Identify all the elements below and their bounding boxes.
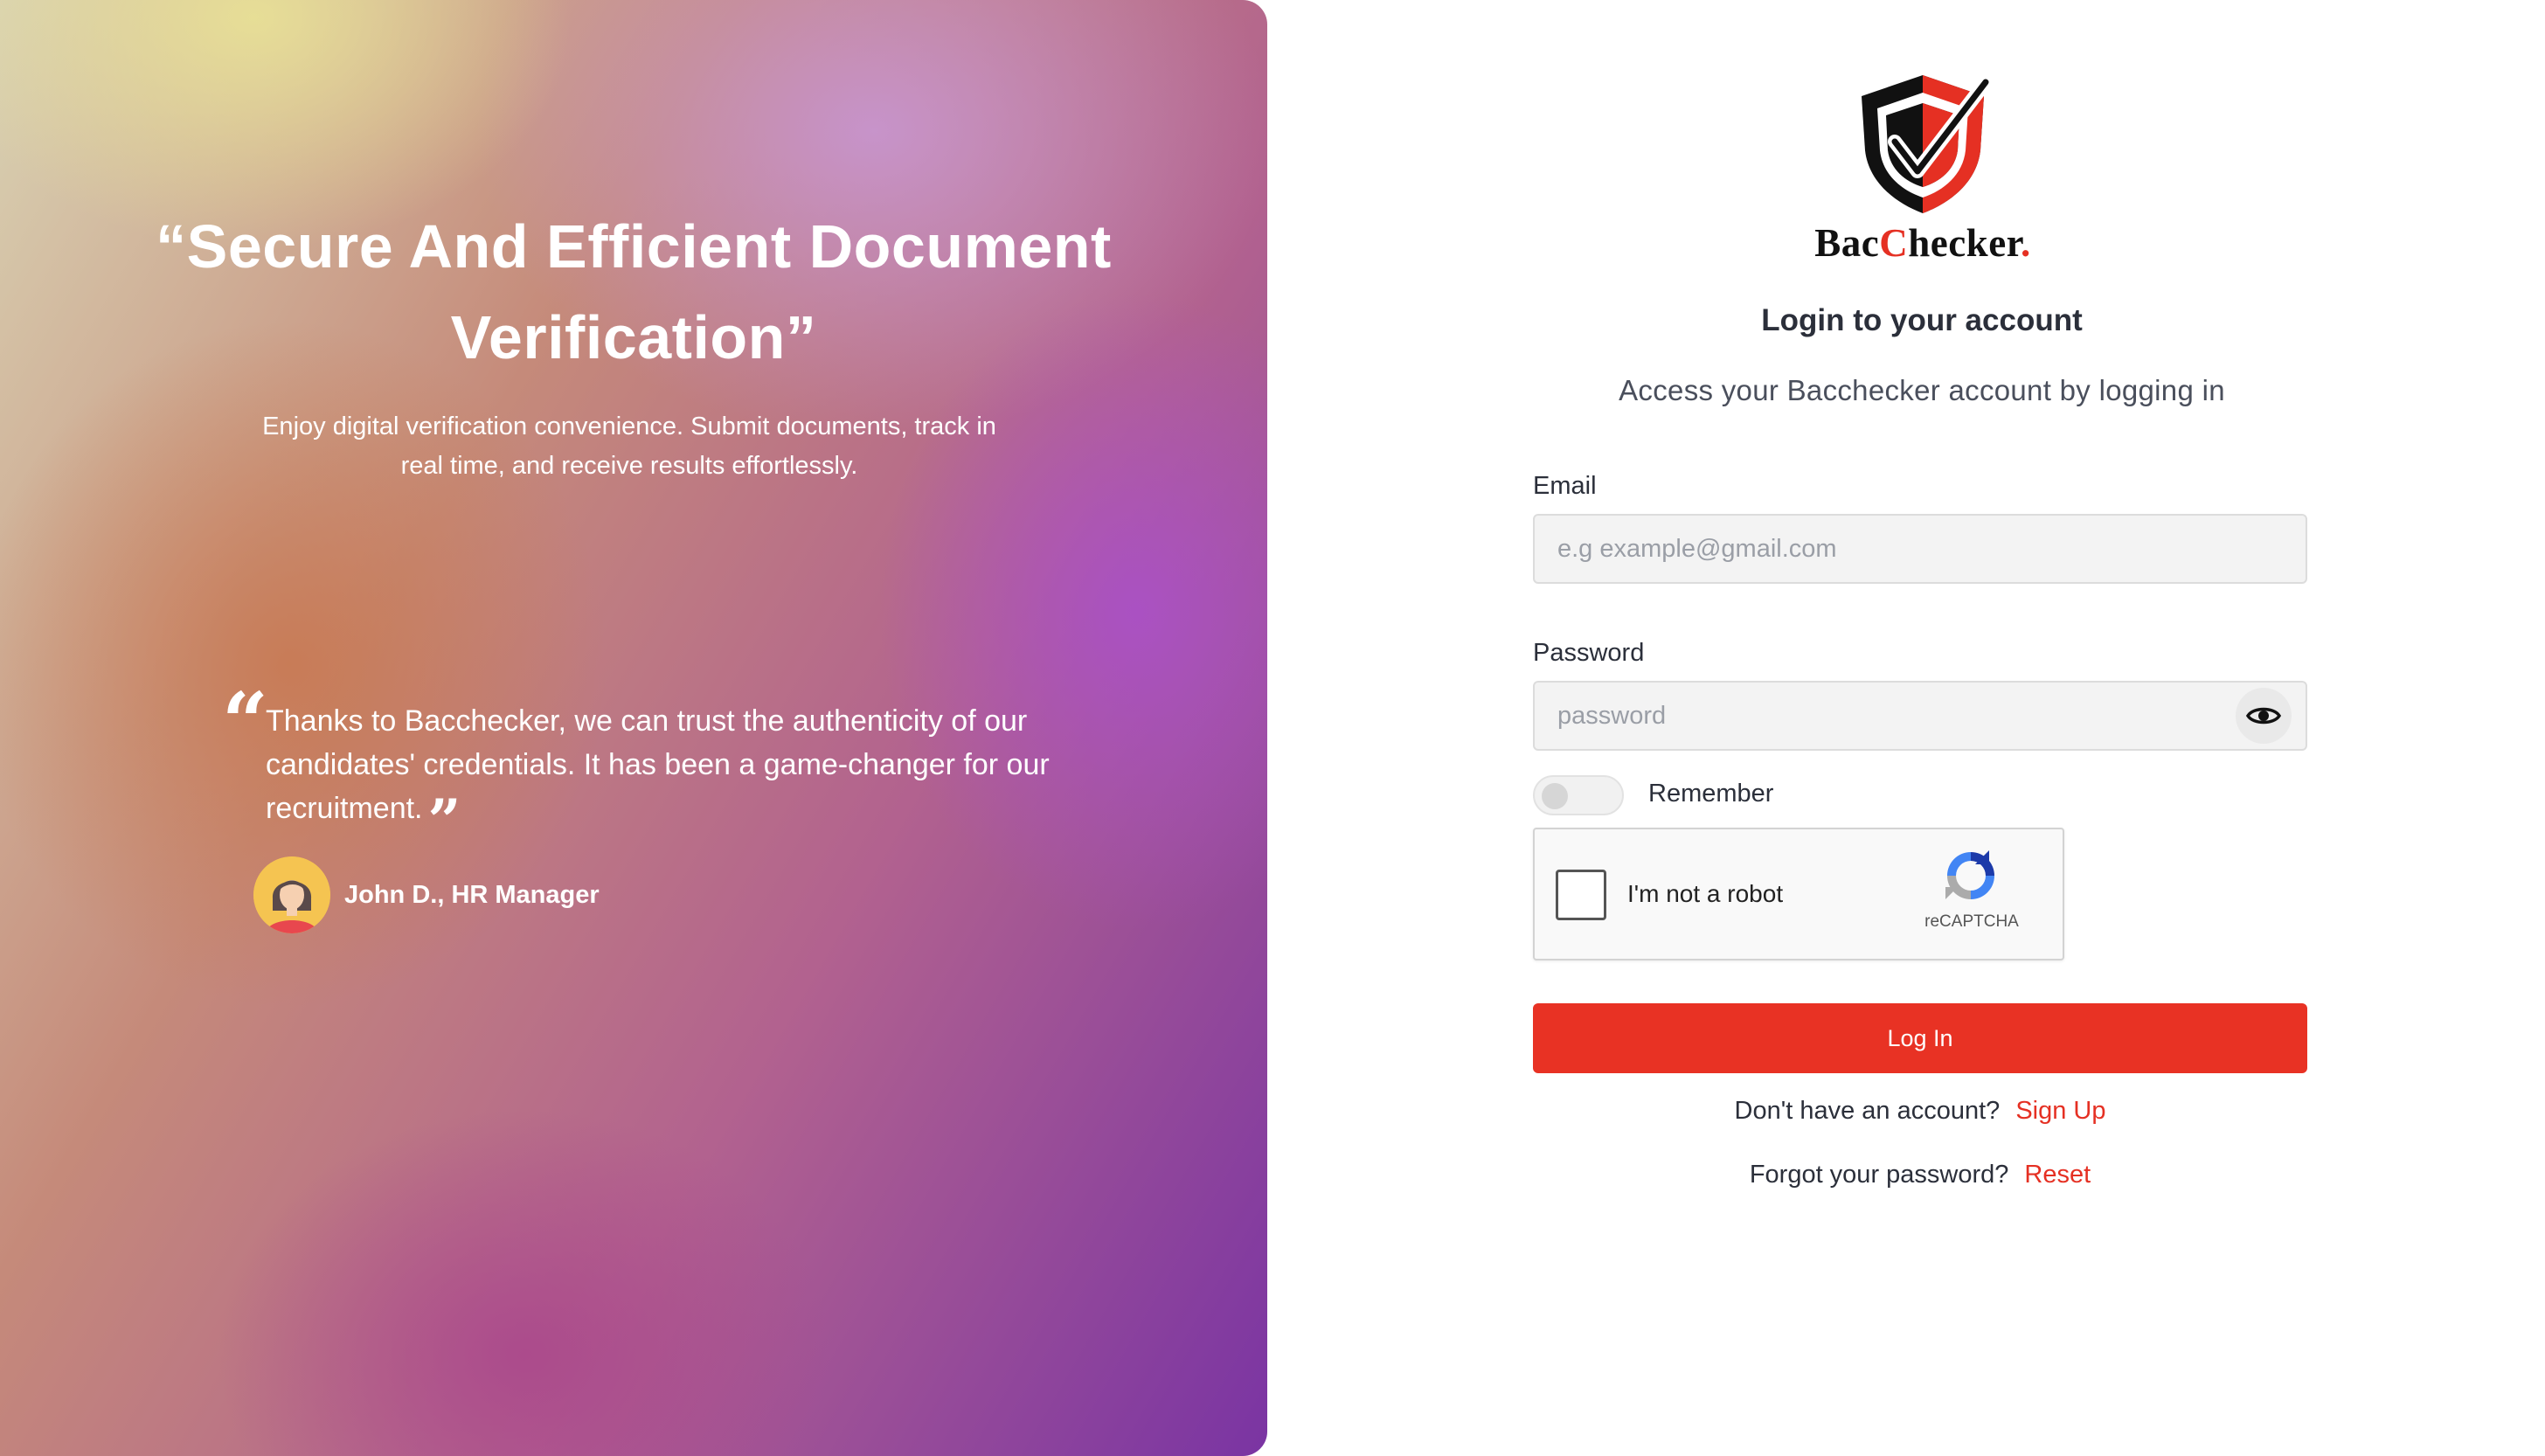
recaptcha-widget: I'm not a robot reCAPTCHA xyxy=(1533,828,2064,960)
hero-subtitle: Enjoy digital verification convenience. … xyxy=(262,413,996,480)
email-label: Email xyxy=(1533,472,1597,500)
recaptcha-label: I'm not a robot xyxy=(1627,880,1784,907)
login-subtitle: Access your Bacchecker account by loggin… xyxy=(1619,374,2225,406)
reset-link[interactable]: Reset xyxy=(2024,1161,2091,1189)
eye-icon xyxy=(2246,707,2281,725)
recaptcha-brand: reCAPTCHA xyxy=(1924,912,2019,931)
login-button[interactable]: Log In xyxy=(1533,1003,2307,1073)
password-label: Password xyxy=(1533,639,1645,667)
forgot-row: Forgot your password? Reset xyxy=(1533,1161,2307,1189)
testimonial-author: John D., HR Manager xyxy=(253,856,600,933)
brand-part-3: hecker xyxy=(1908,221,2021,265)
signup-prompt: Don't have an account? xyxy=(1734,1097,2001,1125)
recaptcha-checkbox[interactable] xyxy=(1556,870,1606,920)
login-title: Login to your account xyxy=(1761,303,2083,337)
testimonial-quote: Thanks to Bacchecker, we can trust the a… xyxy=(266,699,1070,849)
avatar-icon xyxy=(253,856,330,933)
hero-panel: “Secure And Efficient Document Verificat… xyxy=(0,0,1267,1456)
quote-open-icon: “ xyxy=(222,675,268,769)
remember-label: Remember xyxy=(1648,780,1774,808)
shield-check-logo xyxy=(1853,70,1993,218)
remember-toggle[interactable] xyxy=(1533,775,1624,815)
password-field[interactable] xyxy=(1533,681,2307,751)
forgot-prompt: Forgot your password? xyxy=(1749,1161,2009,1189)
show-password-button[interactable] xyxy=(2236,688,2292,744)
recaptcha-icon xyxy=(1945,850,1994,899)
hero-title: “Secure And Efficient Document Verificat… xyxy=(156,212,1112,371)
signup-link[interactable]: Sign Up xyxy=(2015,1097,2105,1125)
brand-name: BacChecker. xyxy=(1730,220,2115,266)
brand-dot: . xyxy=(2021,221,2031,265)
testimonial-text: Thanks to Bacchecker, we can trust the a… xyxy=(266,704,1050,825)
brand-part-1: Bac xyxy=(1814,221,1880,265)
avatar xyxy=(253,856,330,933)
toggle-knob xyxy=(1542,783,1568,809)
signup-row: Don't have an account? Sign Up xyxy=(1533,1097,2307,1126)
quote-close-icon: ” xyxy=(427,787,461,855)
brand-part-2: C xyxy=(1879,221,1909,265)
testimonial-author-name: John D., HR Manager xyxy=(344,880,600,909)
email-field[interactable] xyxy=(1533,514,2307,584)
